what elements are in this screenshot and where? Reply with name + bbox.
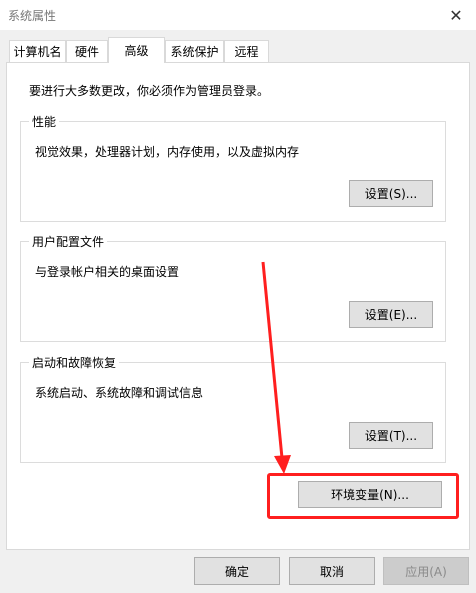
annotation-arrow-icon [261, 261, 291, 474]
